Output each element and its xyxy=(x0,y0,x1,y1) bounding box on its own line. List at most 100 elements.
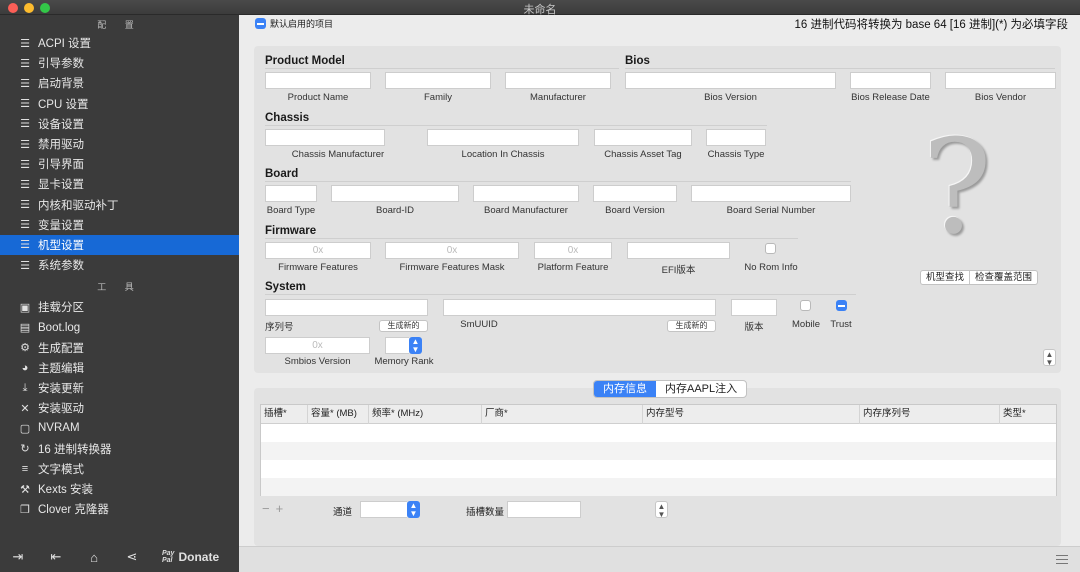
export-icon[interactable]: ⇤ xyxy=(48,549,64,565)
efi-version-field[interactable] xyxy=(627,242,730,259)
add-remove-row-buttons[interactable]: −+ xyxy=(262,501,289,516)
title-bar: 未命名 xyxy=(0,0,1080,16)
manufacturer-field[interactable] xyxy=(505,72,611,89)
trust-label: Trust xyxy=(830,319,852,330)
check-coverage-button[interactable]: 检查覆盖范围 xyxy=(970,271,1037,284)
slot-count-field[interactable] xyxy=(507,501,581,518)
column-vendor[interactable]: 厂商* xyxy=(481,405,642,424)
table-row[interactable] xyxy=(261,478,1056,496)
tools-item-7[interactable]: ↻ 16 进制转换器 xyxy=(0,439,239,459)
no-rom-info-checkbox[interactable] xyxy=(765,243,776,254)
sidebar-item-label: CPU 设置 xyxy=(38,98,89,111)
firmware-features-mask-field[interactable]: 0x xyxy=(385,242,519,259)
efi-version-label: EFI版本 xyxy=(661,265,696,276)
config-item-2[interactable]: ☰ 启动背景 xyxy=(0,73,239,93)
location-in-chassis-field[interactable] xyxy=(427,129,579,146)
default-enabled-row[interactable]: 默认启用的项目 xyxy=(255,17,333,30)
config-item-1[interactable]: ☰ 引导参数 xyxy=(0,53,239,73)
column-frequency[interactable]: 频率* (MHz) xyxy=(368,405,481,424)
channels-stepper[interactable]: ▲ ▼ xyxy=(407,501,420,518)
sidebar-item-label: 机型设置 xyxy=(38,239,84,252)
tools-item-8[interactable]: ≡ 文字模式 xyxy=(0,459,239,479)
bios-release-date-field[interactable] xyxy=(850,72,931,89)
config-item-8[interactable]: ☰ 内核和驱动补丁 xyxy=(0,195,239,215)
chassis-manufacturer-label: Chassis Manufacturer xyxy=(291,149,385,160)
home-icon[interactable]: ⌂ xyxy=(86,549,102,565)
mobile-checkbox[interactable] xyxy=(800,300,811,311)
model-select-stepper[interactable]: ▲ ▼ xyxy=(1043,349,1056,367)
location-in-chassis-label: Location In Chassis xyxy=(461,149,545,160)
tab-memory-aapl-inject[interactable]: 内存AAPL注入 xyxy=(656,381,746,397)
config-item-4[interactable]: ☰ 设备设置 xyxy=(0,114,239,134)
config-item-3[interactable]: ☰ CPU 设置 xyxy=(0,94,239,114)
tools-item-5[interactable]: ✕ 安装驱动 xyxy=(0,398,239,418)
tools-item-4[interactable]: ⤓ 安装更新 xyxy=(0,378,239,398)
memory-rank-stepper[interactable]: ▲ ▼ xyxy=(409,337,422,354)
column-type[interactable]: 类型* xyxy=(999,405,1057,424)
tools-item-10[interactable]: ❐ Clover 克隆器 xyxy=(0,499,239,519)
table-row[interactable] xyxy=(261,442,1056,460)
generate-serial-button[interactable]: 生成新的 xyxy=(379,320,428,332)
disk-icon: ▣ xyxy=(19,301,31,314)
donate-button[interactable]: Pay Pal Donate xyxy=(162,550,219,564)
serial-number-field[interactable] xyxy=(265,299,428,316)
smuuid-label: SmUUID xyxy=(460,319,498,330)
board-serial-number-field[interactable] xyxy=(691,185,851,202)
config-item-10[interactable]: ☰ 机型设置 xyxy=(0,234,239,256)
memory-tabs: 内存信息 内存AAPL注入 xyxy=(593,380,748,398)
config-item-5[interactable]: ☰ 禁用驱动 xyxy=(0,134,239,154)
board-type-field[interactable] xyxy=(265,185,317,202)
document-icon: ▤ xyxy=(19,322,31,335)
bios-version-field[interactable] xyxy=(625,72,836,89)
slot-count-stepper[interactable]: ▲ ▼ xyxy=(655,501,668,519)
board-version-field[interactable] xyxy=(593,185,677,202)
tools-item-0[interactable]: ▣ 挂载分区 xyxy=(0,297,239,317)
chassis-asset-tag-field[interactable] xyxy=(594,129,692,146)
trust-checkbox[interactable] xyxy=(836,300,847,311)
default-enabled-checkbox[interactable] xyxy=(255,18,266,29)
table-row[interactable] xyxy=(261,460,1056,478)
config-item-9[interactable]: ☰ 变量设置 xyxy=(0,215,239,235)
list-icon: ☰ xyxy=(20,158,30,171)
firmware-features-field[interactable]: 0x xyxy=(265,242,371,259)
smbios-version-field[interactable]: 0x xyxy=(265,337,370,354)
memory-rank-field[interactable] xyxy=(385,337,409,354)
share-icon[interactable]: ⋖ xyxy=(124,549,140,565)
config-item-0[interactable]: ☰ ACPI 设置 xyxy=(0,33,239,53)
tab-memory-info[interactable]: 内存信息 xyxy=(594,381,656,397)
column-part-number[interactable]: 内存型号 xyxy=(642,405,859,424)
board-manufacturer-field[interactable] xyxy=(473,185,579,202)
import-icon[interactable]: ⇥ xyxy=(10,549,26,565)
config-item-11[interactable]: ☰ 系统参数 xyxy=(0,255,239,275)
generate-smuuid-button[interactable]: 生成新的 xyxy=(667,320,716,332)
list-icon: ☰ xyxy=(20,77,30,90)
tools-item-6[interactable]: ▢ NVRAM xyxy=(0,418,239,438)
chassis-manufacturer-field[interactable] xyxy=(265,129,385,146)
column-slot[interactable]: 插槽* xyxy=(261,405,307,424)
tools-item-1[interactable]: ▤ Boot.log xyxy=(0,317,239,337)
memory-table[interactable]: 插槽* 容量* (MB) 频率* (MHz) 厂商* 内存型号 内存序列号 类型… xyxy=(260,404,1057,496)
column-size[interactable]: 容量* (MB) xyxy=(307,405,368,424)
tools-item-2[interactable]: ⚙ 生成配置 xyxy=(0,338,239,358)
tools-item-9[interactable]: ⚒ Kexts 安装 xyxy=(0,479,239,499)
platform-feature-field[interactable]: 0x xyxy=(534,242,612,259)
chassis-type-field[interactable] xyxy=(706,129,766,146)
config-item-7[interactable]: ☰ 显卡设置 xyxy=(0,174,239,194)
column-serial-number[interactable]: 内存序列号 xyxy=(859,405,999,424)
menu-icon[interactable] xyxy=(1056,555,1068,564)
tools-item-3[interactable]: ◕ 主题编辑 xyxy=(0,358,239,378)
smuuid-field[interactable] xyxy=(443,299,716,316)
model-lookup-button[interactable]: 机型查找 xyxy=(921,271,971,284)
chip-icon: ▢ xyxy=(19,422,31,435)
board-id-field[interactable] xyxy=(331,185,459,202)
version-field[interactable] xyxy=(731,299,777,316)
product-name-field[interactable] xyxy=(265,72,371,89)
table-row[interactable] xyxy=(261,424,1056,442)
bios-vendor-field[interactable] xyxy=(945,72,1056,89)
family-field[interactable] xyxy=(385,72,491,89)
sidebar-item-label: NVRAM xyxy=(38,422,80,435)
config-item-6[interactable]: ☰ 引导界面 xyxy=(0,154,239,174)
channels-label: 通道 xyxy=(333,507,353,518)
list-icon: ☰ xyxy=(20,138,30,151)
channels-field[interactable] xyxy=(360,501,407,518)
